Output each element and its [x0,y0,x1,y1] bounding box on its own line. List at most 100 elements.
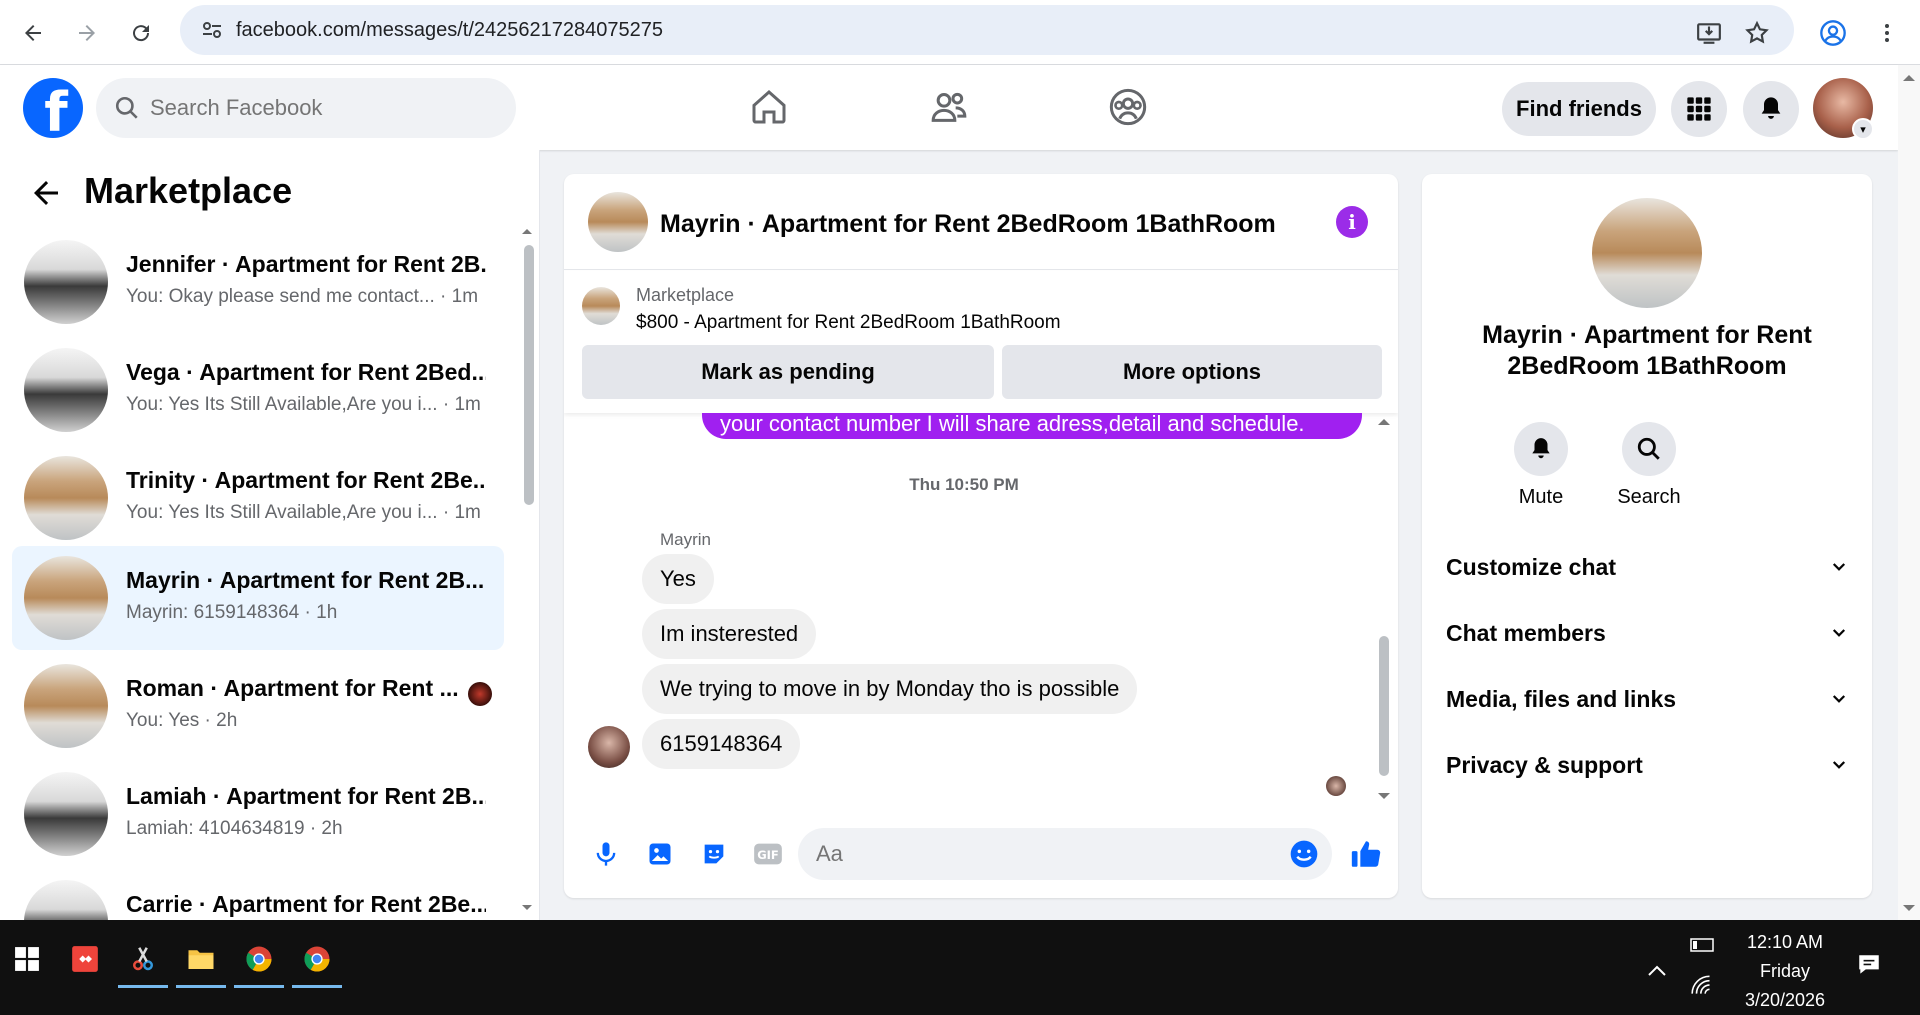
incoming-message: Yes [642,554,714,604]
listing-thumbnail[interactable] [582,287,620,325]
scroll-thumb[interactable] [1379,636,1389,776]
mute-label: Mute [1518,486,1564,508]
facebook-search[interactable] [96,78,516,138]
facebook-logo[interactable]: f [23,78,83,138]
search-in-conversation-button[interactable] [1622,422,1676,476]
bookmark-button[interactable] [1736,12,1778,54]
chrome-icon [304,946,330,972]
taskbar-app-chrome[interactable] [232,930,286,988]
snipping-tool-icon [133,947,153,971]
sender-avatar[interactable] [588,726,630,768]
listing-thumbnail [24,880,108,920]
search-input[interactable] [150,95,490,121]
search-icon [1637,437,1660,460]
listing-title[interactable]: $800 - Apartment for Rent 2BedRoom 1Bath… [636,312,1061,334]
scroll-down-icon[interactable] [520,902,534,914]
message-scrollbar[interactable] [1376,416,1392,802]
listing-thumbnail [24,664,108,748]
reload-button[interactable] [120,12,162,54]
section-label: Media, files and links [1446,685,1677,712]
attach-photo-button[interactable] [642,836,678,872]
panel-title: Marketplace [84,170,293,211]
url-text[interactable]: facebook.com/messages/t/2425621728407527… [236,19,663,42]
action-center-button[interactable] [1842,936,1896,994]
emoji-icon[interactable] [1288,838,1320,870]
chevron-down-icon [1832,629,1846,637]
back-button[interactable] [12,12,54,54]
install-app-button[interactable] [1688,12,1730,54]
chat-list-item[interactable]: Jennifer · Apartment for Rent 2B... You:… [12,230,504,334]
taskbar-app-snip[interactable] [116,930,170,988]
svg-text:GIF: GIF [757,848,779,862]
mark-as-pending-button[interactable]: Mark as pending [582,345,994,399]
conversation-avatar[interactable] [588,192,648,252]
seen-avatar [1326,776,1346,796]
mute-button[interactable] [1514,422,1568,476]
sender-name: Mayrin [660,530,712,549]
more-options-button[interactable]: More options [1002,345,1382,399]
chat-list-item[interactable]: Carrie · Apartment for Rent 2Be... [12,870,504,920]
search-action[interactable]: Search [1599,422,1699,509]
forward-button[interactable] [66,12,108,54]
friends-nav[interactable] [925,83,973,131]
arrow-left-icon[interactable] [28,175,64,211]
address-bar[interactable]: facebook.com/messages/t/2425621728407527… [180,5,1794,55]
gif-button[interactable]: GIF [750,836,786,872]
page-scrollbar[interactable] [1898,65,1920,920]
chat-list-scrollbar[interactable] [520,225,534,915]
like-button[interactable] [1348,836,1384,872]
conversation-title[interactable]: Mayrin · Apartment for Rent 2BedRoom 1Ba… [660,210,1276,239]
chevron-down-icon [1832,695,1846,703]
home-nav[interactable] [745,83,793,131]
start-button[interactable] [0,930,54,988]
seen-avatar [468,682,492,706]
chat-list-item[interactable]: Trinity · Apartment for Rent 2Be... You:… [12,446,504,550]
chat-list-item[interactable]: Roman · Apartment for Rent ... You: Yes … [12,654,504,758]
search-icon [115,96,138,119]
taskbar-app-file-explorer[interactable] [174,930,228,988]
sticker-button[interactable] [696,836,732,872]
browser-menu-button[interactable] [1866,12,1908,54]
customize-chat-row[interactable]: Customize chat [1446,547,1848,587]
menu-button[interactable] [1671,81,1727,137]
scroll-down-icon[interactable] [1376,790,1392,802]
chat-preview: You: Okay please send me contact... · 1m [126,286,479,307]
chat-preview: You: Yes · 2h [126,710,238,731]
info-icon[interactable]: i [1336,206,1368,238]
image-icon [649,843,671,865]
listing-thumbnail [24,456,108,540]
privacy-support-row[interactable]: Privacy & support [1446,745,1848,785]
taskbar-app-chrome-2[interactable] [290,930,344,988]
chevron-up-icon [1648,965,1666,976]
windows-taskbar: 12:10 AM Friday 3/20/2026 [0,920,1920,1015]
chat-name: Carrie · Apartment for Rent 2Be... [126,891,486,917]
site-settings-icon[interactable] [200,18,224,42]
scroll-up-icon[interactable] [1898,71,1920,85]
chat-list-item[interactable]: Lamiah · Apartment for Rent 2B... Lamiah… [12,762,504,866]
scroll-up-icon[interactable] [520,225,534,237]
notifications-button[interactable] [1743,81,1799,137]
taskbar-app-anydesk[interactable] [58,930,112,988]
find-friends-button[interactable]: Find friends [1502,82,1656,136]
anydesk-icon [72,946,98,972]
scroll-down-icon[interactable] [1898,901,1920,915]
listing-thumbnail [24,556,108,640]
chat-name: Vega · Apartment for Rent 2Bed... [126,359,486,385]
scroll-up-icon[interactable] [1376,416,1392,428]
facebook-header: f Find friends ▾ [0,65,1898,150]
scroll-thumb[interactable] [524,245,534,505]
chevron-down-icon[interactable]: ▾ [1852,118,1874,140]
outgoing-message: your contact number I will share adress,… [702,413,1362,439]
mute-action[interactable]: Mute [1491,422,1591,509]
message-input-box[interactable] [798,828,1332,880]
chat-members-row[interactable]: Chat members [1446,613,1848,653]
message-list: your contact number I will share adress,… [564,413,1398,803]
voice-clip-button[interactable] [588,836,624,872]
chat-list-item-active[interactable]: Mayrin · Apartment for Rent 2B... Mayrin… [12,546,504,650]
groups-nav[interactable] [1104,83,1152,131]
media-files-links-row[interactable]: Media, files and links [1446,679,1848,719]
profile-button[interactable] [1812,12,1854,54]
message-input[interactable] [816,841,1246,867]
chat-list-item[interactable]: Vega · Apartment for Rent 2Bed... You: Y… [12,338,504,442]
home-icon [752,89,786,124]
